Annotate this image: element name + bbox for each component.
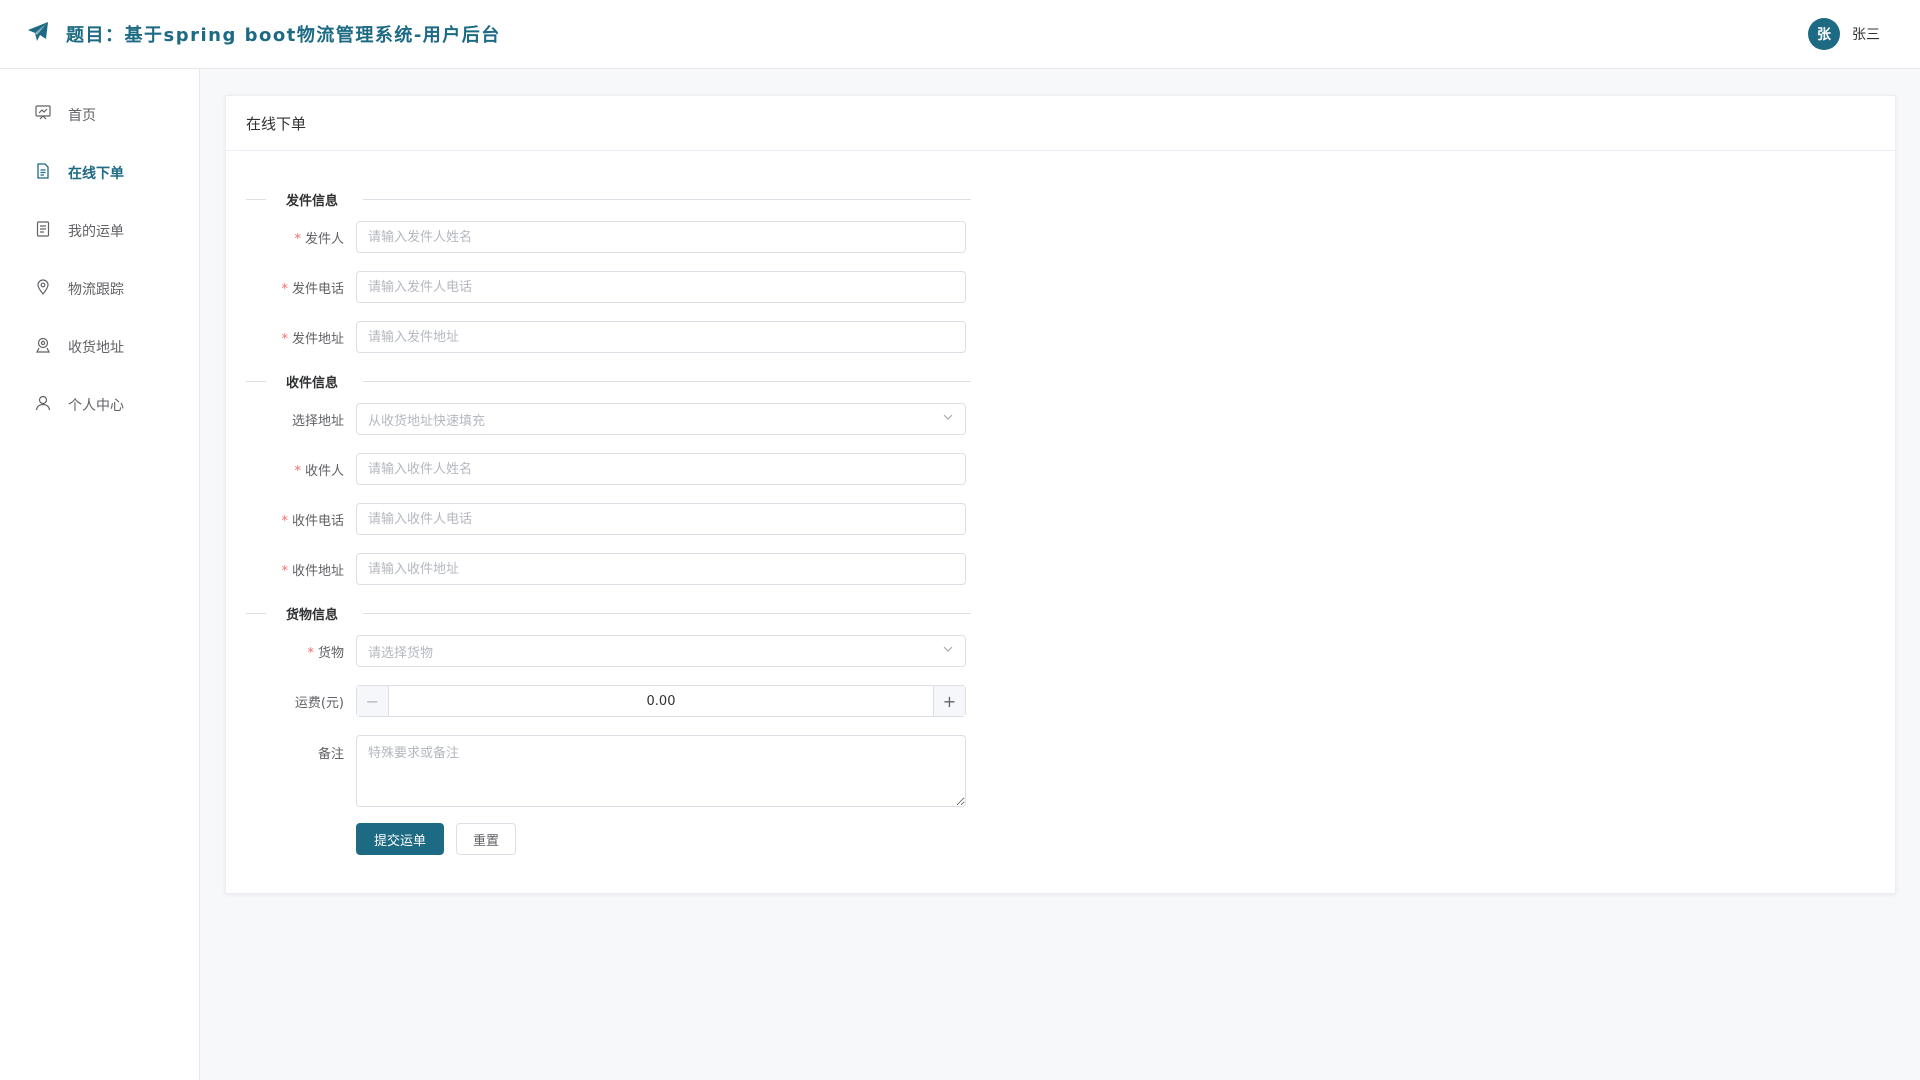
avatar[interactable]: 张	[1808, 18, 1840, 50]
goods-label: 货物	[317, 645, 344, 661]
fee-row: 运费(元) − 0.00 +	[246, 685, 1031, 717]
sender-phone-label: 发件电话	[291, 281, 344, 297]
chevron-down-icon	[942, 411, 954, 427]
card-title: 在线下单	[226, 96, 1895, 151]
top-header: 题目：基于spring boot物流管理系统-用户后台 张 张三	[0, 0, 1920, 69]
sidebar-item-address[interactable]: 收货地址	[0, 318, 199, 376]
document-icon	[34, 162, 52, 184]
required-mark: *	[281, 563, 288, 579]
receiver-address-row: * 收件地址	[246, 553, 1031, 585]
sidebar-item-label: 首页	[68, 108, 96, 124]
sidebar-item-tracking[interactable]: 物流跟踪	[0, 260, 199, 318]
user-menu[interactable]: 张 张三	[1808, 18, 1880, 50]
receiver-name-input[interactable]	[356, 453, 966, 485]
required-mark: *	[294, 463, 301, 479]
fee-increase-button[interactable]: +	[933, 686, 965, 716]
sidebar: 首页 在线下单 我的运单 物流跟踪 收货地址 个人中心	[0, 69, 200, 1080]
remark-row: 备注	[246, 735, 1031, 807]
sidebar-item-profile[interactable]: 个人中心	[0, 376, 199, 434]
sidebar-item-label: 收货地址	[68, 340, 124, 356]
sender-name-label: 发件人	[304, 231, 344, 247]
sender-name-input[interactable]	[356, 221, 966, 253]
sender-section-title: 发件信息	[286, 189, 339, 209]
receiver-address-label: 收件地址	[291, 563, 344, 579]
required-mark: *	[307, 645, 314, 661]
sidebar-item-home[interactable]: 首页	[0, 86, 199, 144]
submit-order-button[interactable]: 提交运单	[356, 823, 444, 855]
brand: 题目：基于spring boot物流管理系统-用户后台	[26, 20, 501, 48]
sender-address-row: * 发件地址	[246, 321, 1031, 353]
sender-phone-row: * 发件电话	[246, 271, 1031, 303]
goods-select[interactable]: 请选择货物	[356, 635, 966, 667]
remark-textarea[interactable]	[356, 735, 966, 807]
chevron-down-icon	[942, 643, 954, 659]
form-actions: 提交运单 重置	[246, 823, 1031, 855]
receiver-phone-label: 收件电话	[291, 513, 344, 529]
fee-label: 运费(元)	[294, 695, 344, 711]
sidebar-item-label: 在线下单	[68, 166, 124, 182]
required-mark: *	[281, 281, 288, 297]
address-select-label: 选择地址	[291, 413, 344, 429]
goods-select-row: * 货物 请选择货物	[246, 635, 1031, 667]
receiver-section-title: 收件信息	[286, 371, 339, 391]
remark-label: 备注	[317, 747, 344, 762]
paper-plane-icon	[26, 20, 50, 48]
receiver-name-label: 收件人	[304, 463, 344, 479]
required-mark: *	[281, 331, 288, 347]
receiver-phone-input[interactable]	[356, 503, 966, 535]
username[interactable]: 张三	[1852, 24, 1880, 44]
address-select-row: 选择地址 从收货地址快速填充	[246, 403, 1031, 435]
dashboard-icon	[34, 104, 52, 126]
required-mark: *	[281, 513, 288, 529]
goods-section-title: 货物信息	[286, 603, 339, 623]
fee-stepper[interactable]: − 0.00 +	[356, 685, 966, 717]
sidebar-item-order[interactable]: 在线下单	[0, 144, 199, 202]
sender-section-divider: 发件信息	[246, 189, 1031, 209]
sidebar-item-label: 个人中心	[68, 398, 124, 414]
address-icon	[34, 336, 52, 358]
page-title: 题目：基于spring boot物流管理系统-用户后台	[66, 25, 501, 46]
sidebar-item-label: 物流跟踪	[68, 282, 124, 298]
fee-value[interactable]: 0.00	[389, 694, 933, 709]
sender-address-input[interactable]	[356, 321, 966, 353]
fee-decrease-button[interactable]: −	[357, 686, 389, 716]
required-mark: *	[294, 231, 301, 247]
order-form: 发件信息 *发件人 *发件电话 *发件地址 收件信息 选择地址 从收货地址快速填…	[226, 151, 1031, 855]
sender-address-label: 发件地址	[291, 331, 344, 347]
goods-section-divider: 货物信息	[246, 603, 1031, 623]
address-select-placeholder: 从收货地址快速填充	[368, 413, 486, 429]
receiver-section-divider: 收件信息	[246, 371, 1031, 391]
user-icon	[34, 394, 52, 416]
order-card: 在线下单 发件信息 *发件人 *发件电话 *发件地址 收件信息 选择地址	[225, 95, 1896, 894]
receiver-address-input[interactable]	[356, 553, 966, 585]
receiver-name-row: * 收件人	[246, 453, 1031, 485]
sidebar-item-my-orders[interactable]: 我的运单	[0, 202, 199, 260]
reset-button[interactable]: 重置	[456, 823, 516, 855]
address-select[interactable]: 从收货地址快速填充	[356, 403, 966, 435]
sidebar-item-label: 我的运单	[68, 224, 124, 240]
location-icon	[34, 278, 52, 300]
list-icon	[34, 220, 52, 242]
goods-select-placeholder: 请选择货物	[368, 645, 434, 661]
receiver-phone-row: * 收件电话	[246, 503, 1031, 535]
sender-name-row: * 发件人	[246, 221, 1031, 253]
sender-phone-input[interactable]	[356, 271, 966, 303]
